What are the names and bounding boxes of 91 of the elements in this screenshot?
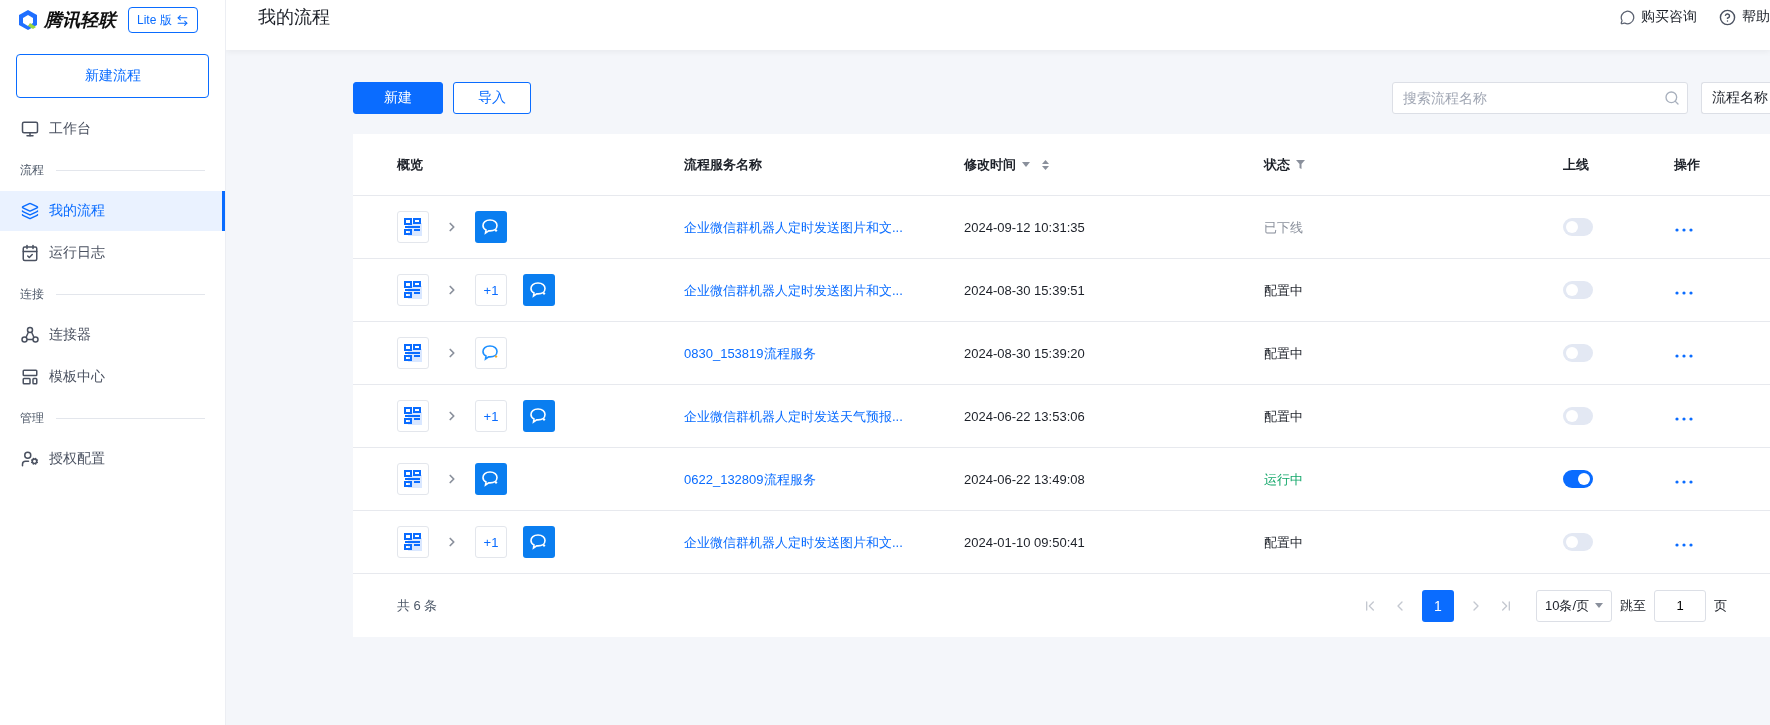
create-button[interactable]: 新建 [353,82,443,114]
modified-time: 2024-09-12 10:31:35 [964,220,1085,235]
flow-name-link[interactable]: 0830_153819流程服务 [684,345,816,361]
flow-name-link[interactable]: 企业微信群机器人定时发送图片和文... [684,534,903,550]
nav-item[interactable]: 连接器 [0,315,225,355]
logo-icon [18,9,38,31]
modified-time: 2024-06-22 13:53:06 [964,409,1085,424]
edition-switch-button[interactable]: Lite 版 [128,7,198,33]
caret-down-icon [1022,162,1030,167]
help-icon [1719,8,1736,26]
nav-item[interactable]: 运行日志 [0,233,225,273]
layout-blocks-icon [403,406,423,426]
chat-bubble-icon [529,533,549,551]
search-icon [1664,90,1680,106]
section-label: 管理 [20,409,44,427]
connector-icon [21,326,39,344]
header-link[interactable]: 购买咨询 [1620,8,1697,26]
nav-label: 工作台 [49,120,91,138]
switch-icon [175,13,189,27]
status-text: 已下线 [1264,219,1303,235]
flow-name-link[interactable]: 0622_132809流程服务 [684,471,816,487]
online-toggle[interactable] [1563,344,1593,362]
modified-time: 2024-08-30 15:39:51 [964,283,1085,298]
modified-time: 2024-06-22 13:49:08 [964,472,1085,487]
column-header: 修改时间 [964,155,1016,174]
nav-label: 授权配置 [49,450,105,468]
layout-blocks-icon [403,532,423,552]
modified-time: 2024-01-10 09:50:41 [964,535,1085,550]
search-field[interactable]: 搜索流程名称 [1392,82,1688,114]
filter-icon[interactable] [1296,160,1305,169]
modified-time: 2024-08-30 15:39:20 [964,346,1085,361]
online-toggle[interactable] [1563,281,1593,299]
import-button[interactable]: 导入 [453,82,531,114]
flow-name-link[interactable]: 企业微信群机器人定时发送图片和文... [684,282,903,298]
layout-blocks-icon [403,469,423,489]
nav-label: 我的流程 [49,202,105,220]
brand-name: 腾讯轻联 [44,9,116,32]
layout-blocks-icon [403,217,423,237]
status-text: 配置中 [1264,408,1303,424]
column-header: 流程服务名称 [684,155,762,174]
chat-bubble-icon [481,218,501,236]
nav-label: 运行日志 [49,244,105,262]
nav-item[interactable]: 模板中心 [0,357,225,397]
calendar-check-icon [21,244,39,262]
caret-down-icon [1595,603,1603,608]
sort-icon[interactable] [1042,159,1049,170]
jump-input[interactable]: 1 [1654,589,1706,622]
new-flow-button[interactable]: 新建流程 [16,54,209,98]
nav-item[interactable]: 我的流程 [0,191,225,231]
jump-label: 跳至 [1620,596,1646,615]
nav-item[interactable]: 授权配置 [0,439,225,479]
online-toggle[interactable] [1563,218,1593,236]
chat-bubble-icon [529,281,549,299]
column-header: 概览 [397,155,423,174]
column-header: 上线 [1563,155,1589,174]
status-text: 配置中 [1264,282,1303,298]
layers-icon [21,202,39,220]
status-text: 运行中 [1264,471,1303,487]
header-link[interactable]: 帮助 [1719,8,1770,26]
column-header: 操作 [1674,155,1700,174]
page-suffix: 页 [1714,596,1727,615]
nav-item[interactable]: 工作台 [0,109,225,149]
layout-icon [21,368,39,386]
section-label: 连接 [20,285,44,303]
nav-label: 模板中心 [49,368,105,386]
user-gear-icon [21,450,39,468]
extra-count: +1 [475,400,507,432]
status-text: 配置中 [1264,534,1303,550]
layout-blocks-icon [403,343,423,363]
total-count: 共 6 条 [397,596,438,615]
page-size-select[interactable]: 10条/页 [1535,589,1612,622]
flow-name-link[interactable]: 企业微信群机器人定时发送天气预报... [684,408,903,424]
page-title: 我的流程 [258,6,330,29]
nav-label: 连接器 [49,326,91,344]
layout-blocks-icon [403,280,423,300]
online-toggle[interactable] [1563,407,1593,425]
status-text: 配置中 [1264,345,1303,361]
monitor-icon [21,120,39,138]
page-button[interactable]: 1 [1421,589,1454,622]
chat-bubble-icon [481,344,501,362]
chat-bubble-icon [529,407,549,425]
online-toggle[interactable] [1563,533,1593,551]
column-header: 状态 [1264,155,1290,174]
extra-count: +1 [475,274,507,306]
flow-name-link[interactable]: 企业微信群机器人定时发送图片和文... [684,219,903,235]
section-label: 流程 [20,161,44,179]
chat-icon [1620,9,1635,25]
chat-bubble-icon [481,470,501,488]
extra-count: +1 [475,526,507,558]
online-toggle[interactable] [1563,470,1593,488]
filter-select[interactable]: 流程名称 [1701,82,1770,114]
